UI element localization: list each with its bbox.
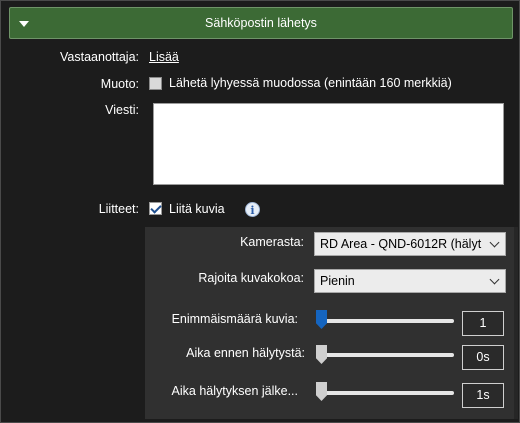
image-size-label: Rajoita kuvakokoa: bbox=[198, 271, 304, 285]
slider-track-pre-alarm-time[interactable] bbox=[316, 353, 454, 357]
camera-select-value: RD Area - QND-6012R (hälyt bbox=[320, 237, 482, 251]
slider-label-pre-alarm-time: Aika ennen hälytystä: bbox=[186, 346, 305, 360]
message-label: Viesti: bbox=[105, 103, 139, 117]
message-textarea[interactable] bbox=[153, 103, 504, 185]
email-sending-panel: Sähköpostin lähetys Vastaanottaja: Lisää… bbox=[0, 0, 520, 423]
short-format-checkbox[interactable] bbox=[149, 77, 162, 90]
camera-label: Kamerasta: bbox=[240, 235, 304, 249]
section-header[interactable]: Sähköpostin lähetys bbox=[9, 7, 513, 39]
format-label: Muoto: bbox=[100, 77, 139, 91]
attach-images-checkbox[interactable] bbox=[149, 202, 162, 215]
info-icon[interactable]: i bbox=[245, 202, 260, 217]
image-size-select-value: Pienin bbox=[320, 274, 355, 288]
add-recipient-link[interactable]: Lisää bbox=[149, 50, 179, 64]
section-title: Sähköpostin lähetys bbox=[205, 16, 317, 30]
camera-select[interactable]: RD Area - QND-6012R (hälyt bbox=[314, 232, 506, 256]
attach-images-checkbox-label[interactable]: Liitä kuvia bbox=[169, 202, 225, 216]
value-box-post-alarm-time[interactable]: 1s bbox=[462, 383, 504, 408]
chevron-down-icon[interactable] bbox=[487, 233, 505, 255]
slider-track-post-alarm-time[interactable] bbox=[316, 391, 454, 395]
recipient-label: Vastaanottaja: bbox=[60, 50, 139, 64]
slider-label-max-images: Enimmäismäärä kuvia: bbox=[171, 312, 298, 326]
value-box-max-images[interactable]: 1 bbox=[462, 311, 504, 336]
scrollbar[interactable] bbox=[514, 227, 518, 419]
slider-label-post-alarm-time: Aika hälytyksen jälke... bbox=[171, 384, 298, 398]
slider-track-max-images[interactable] bbox=[316, 319, 454, 323]
image-size-select[interactable]: Pienin bbox=[314, 269, 506, 293]
chevron-down-icon[interactable] bbox=[487, 270, 505, 292]
short-format-checkbox-label[interactable]: Lähetä lyhyessä muodossa (enintään 160 m… bbox=[169, 76, 452, 90]
value-box-pre-alarm-time[interactable]: 0s bbox=[462, 345, 504, 370]
attachments-label: Liitteet: bbox=[98, 202, 139, 216]
